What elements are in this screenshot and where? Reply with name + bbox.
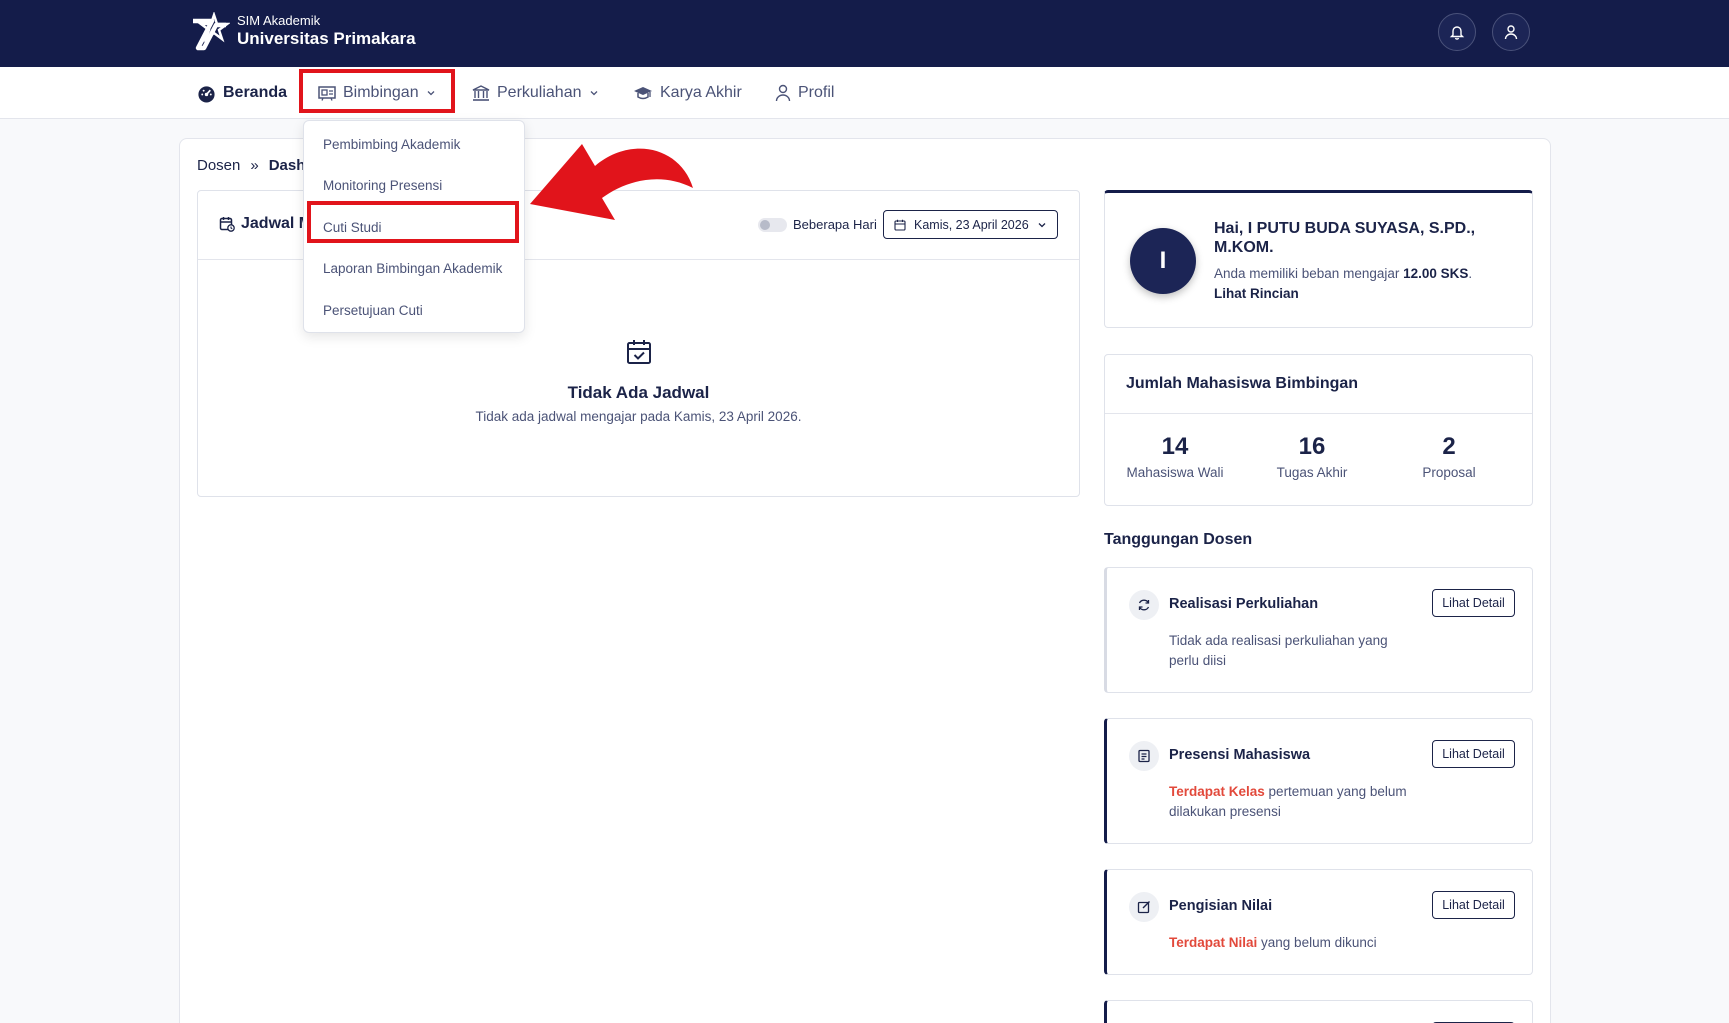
nav-beranda-label: Beranda <box>223 84 288 101</box>
teaching-load-value: 12.00 SKS <box>1403 266 1469 281</box>
stat-value: 16 <box>1298 433 1326 460</box>
calendar-check-icon <box>627 340 651 364</box>
notification-button[interactable] <box>1438 13 1476 51</box>
top-bar: SIM Akademik Universitas Primakara <box>0 0 1729 67</box>
stat-label: Proposal <box>1422 465 1476 480</box>
view-detail-button[interactable]: Lihat Detail <box>1432 740 1515 768</box>
empty-schedule-subtitle: Tidak ada jadwal mengajar pada Kamis, 23… <box>475 409 802 424</box>
schedule-title-text: Jadwal M <box>241 215 313 232</box>
supervised-students-header: Jumlah Mahasiswa Bimbingan <box>1105 355 1532 414</box>
user-icon <box>775 84 791 102</box>
menu-item-laporan-bimbingan-akademik[interactable]: Laporan Bimbingan Akademik <box>323 261 502 276</box>
stat-label: Tugas Akhir <box>1276 465 1348 480</box>
empty-schedule-title: Tidak Ada Jadwal <box>567 383 710 402</box>
user-icon <box>1504 25 1518 40</box>
multi-day-toggle[interactable] <box>758 218 787 232</box>
menu-item-persetujuan-cuti[interactable]: Persetujuan Cuti <box>323 303 423 318</box>
nav-beranda[interactable]: Beranda <box>197 67 287 119</box>
main-navigation: Beranda Bimbingan Perkuliahan Karya Akhi… <box>0 67 1729 119</box>
chevron-down-icon <box>590 91 597 96</box>
nav-karya-akhir[interactable]: Karya Akhir <box>633 67 742 119</box>
stat-tugas-akhir: 16 Tugas Akhir <box>1242 433 1382 480</box>
graduation-cap-icon <box>634 86 652 99</box>
date-picker-value: Kamis, 23 April 2026 <box>914 217 1029 232</box>
lecturer-profile-card: I Hai, I PUTU BUDA SUYASA, S.PD., M.KOM.… <box>1104 190 1533 328</box>
task-description-text: yang belum dikunci <box>1257 935 1377 950</box>
task-title: Presensi Mahasiswa <box>1169 747 1311 763</box>
user-menu-button[interactable] <box>1492 13 1530 51</box>
supervised-students-card: Jumlah Mahasiswa Bimbingan 14 Mahasiswa … <box>1104 354 1533 506</box>
view-detail-button[interactable]: Lihat Detail <box>1432 589 1515 617</box>
refresh-icon <box>1138 599 1150 611</box>
task-title: Pengisian Nilai <box>1169 898 1273 914</box>
brand-subtitle: SIM Akademik <box>237 13 321 28</box>
task-title: Realisasi Perkuliahan <box>1169 596 1319 612</box>
breadcrumb-separator: » <box>250 157 259 174</box>
cuti-studi-highlight-box <box>307 201 519 243</box>
chevron-down-icon <box>1038 222 1046 227</box>
multi-day-toggle-label: Beberapa Hari <box>793 217 877 232</box>
bimbingan-highlight-box <box>299 69 455 113</box>
task-card-pengisian-nilai: Pengisian Nilai Lihat Detail Terdapat Ni… <box>1104 869 1533 975</box>
task-card-presensi: Presensi Mahasiswa Lihat Detail Terdapat… <box>1104 718 1533 844</box>
stat-value: 2 <box>1442 433 1456 460</box>
teaching-load-prefix: Anda memiliki beban mengajar <box>1214 266 1400 281</box>
stat-mahasiswa-wali: 14 Mahasiswa Wali <box>1105 433 1245 480</box>
task-card-next <box>1104 1000 1533 1023</box>
breadcrumb-dashboard: Dash <box>268 157 306 174</box>
view-details-link[interactable]: Lihat Rincian <box>1214 286 1299 301</box>
nav-profil-label: Profil <box>798 84 835 101</box>
view-detail-button[interactable]: Lihat Detail <box>1432 891 1515 919</box>
university-logo-icon[interactable] <box>190 12 230 52</box>
building-icon <box>472 85 490 101</box>
brand-title: Universitas Primakara <box>237 29 416 48</box>
task-card-realisasi: Realisasi Perkuliahan Lihat Detail Tidak… <box>1104 567 1533 693</box>
task-alert-text: Terdapat Kelas <box>1169 784 1265 799</box>
breadcrumb-dosen[interactable]: Dosen <box>197 157 240 174</box>
breadcrumb: Dosen » Dash <box>197 157 305 174</box>
nav-perkuliahan-label: Perkuliahan <box>497 84 582 101</box>
stat-proposal: 2 Proposal <box>1379 433 1519 480</box>
task-icon-wrapper <box>1129 741 1159 771</box>
supervised-students-title: Jumlah Mahasiswa Bimbingan <box>1126 375 1359 392</box>
task-alert-text: Terdapat Nilai <box>1169 935 1258 950</box>
bell-icon <box>1449 26 1465 40</box>
schedule-title: Jadwal M <box>219 215 312 233</box>
task-icon-wrapper <box>1129 590 1159 620</box>
stat-value: 14 <box>1161 433 1189 460</box>
calendar-clock-icon <box>219 217 235 232</box>
edit-icon <box>1137 901 1150 914</box>
avatar: I <box>1130 228 1196 294</box>
task-description: Tidak ada realisasi perkuliahan yang per… <box>1169 631 1414 671</box>
teaching-load-suffix: . <box>1468 266 1473 281</box>
teaching-load-text: Anda memiliki beban mengajar 12.00 SKS. <box>1214 266 1472 281</box>
red-arrow-annotation <box>530 144 693 220</box>
task-icon-wrapper <box>1129 892 1159 922</box>
date-picker[interactable]: Kamis, 23 April 2026 <box>883 210 1058 239</box>
nav-karya-akhir-label: Karya Akhir <box>660 84 742 101</box>
responsibilities-title: Tanggungan Dosen <box>1104 531 1253 548</box>
calendar-icon <box>894 219 906 231</box>
document-icon <box>1138 749 1150 763</box>
lecturer-greeting: Hai, I PUTU BUDA SUYASA, S.PD., M.KOM. <box>1214 220 1476 256</box>
task-description: Terdapat Nilai yang belum dikunci <box>1169 933 1469 953</box>
menu-item-pembimbing-akademik[interactable]: Pembimbing Akademik <box>323 137 460 152</box>
menu-item-monitoring-presensi[interactable]: Monitoring Presensi <box>323 178 442 193</box>
task-description-text: Tidak ada realisasi perkuliahan yang per… <box>1169 633 1388 668</box>
dashboard-icon <box>198 85 215 103</box>
stat-label: Mahasiswa Wali <box>1126 465 1224 480</box>
nav-perkuliahan[interactable]: Perkuliahan <box>472 67 599 119</box>
task-description: Terdapat Kelas pertemuan yang belum dila… <box>1169 782 1414 822</box>
nav-profil[interactable]: Profil <box>775 67 834 119</box>
